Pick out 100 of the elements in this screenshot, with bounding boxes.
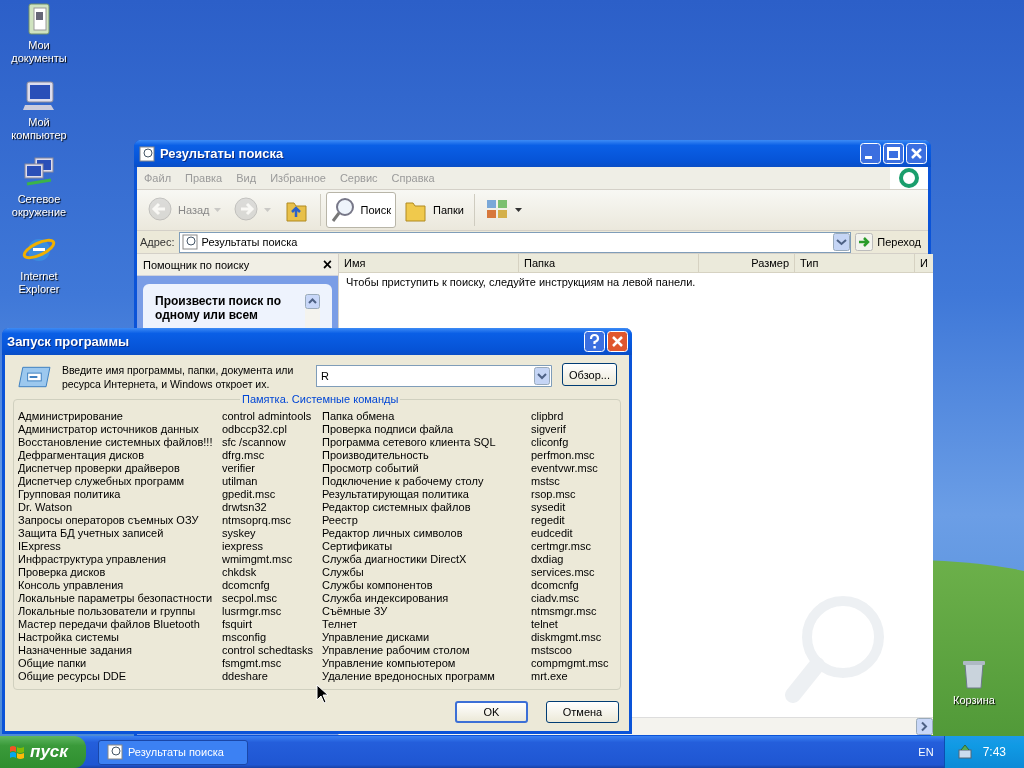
column-header[interactable]: И [915,254,933,272]
command-text: fsquirt [222,618,253,631]
command-text: wmimgmt.msc [222,553,294,566]
command-text: syskey [222,527,257,540]
command-name: Общие ресурсы DDE [18,670,128,683]
help-icon[interactable] [584,331,605,352]
command-name: Редактор личных символов [322,527,464,540]
command-text: rsop.msc [531,488,577,501]
toolbar-button[interactable]: Папки [398,192,469,228]
command-name: Управление рабочим столом [322,644,471,657]
command-name: Групповая политика [18,488,122,501]
command-text: iexpress [222,540,264,553]
command-name: Проверка дисков [18,566,107,579]
scroll-right-icon[interactable] [915,718,933,735]
start-button[interactable]: пуск [0,736,86,768]
dialog-title: Запуск программы [7,334,130,349]
command-text: utilman [222,475,259,488]
close-button[interactable]: × [322,257,332,272]
command-text: secpol.msc [222,592,279,605]
taskbar-button[interactable]: Результаты поиска [97,739,248,765]
caret-icon [213,207,222,213]
desktop-icon-label[interactable]: Сетевое окружение [6,193,72,219]
command-text: mrt.exe [531,670,569,683]
command-text: lusrmgr.msc [222,605,283,618]
command-text: mstscoo [531,644,573,657]
tray-app-icon[interactable] [956,744,973,760]
command-name: Реестр [322,514,359,527]
assistant-heading: Произвести поиск по одному или всем [155,294,283,322]
close-icon[interactable] [607,331,628,352]
browse-button[interactable]: Обзор... [562,363,617,386]
command-text: ntmsmgr.msc [531,605,598,618]
magnifier-page-icon [139,145,155,162]
command-text: control schedtasks [222,644,315,657]
command-name: Инфраструктура управления [18,553,168,566]
column-header[interactable]: Размер [699,254,795,272]
command-name: Мастер передачи файлов Bluetooth [18,618,201,631]
minimize-icon[interactable] [860,143,881,164]
close-icon[interactable] [906,143,927,164]
caret-icon [514,207,523,213]
group-title: Памятка. Системные команды [240,393,401,405]
command-name: Назначенные задания [18,644,133,657]
windows-flag-icon [8,743,26,761]
command-name: Консоль управления [18,579,125,592]
address-field[interactable]: Результаты поиска [178,231,852,253]
maximize-icon[interactable] [883,143,904,164]
command-text: ntmsoprq.msc [222,514,293,527]
command-text: mstsc [531,475,561,488]
command-text: clipbrd [531,410,565,423]
command-text: dxdiag [531,553,565,566]
command-name: Дефрагментация дисков [18,449,146,462]
empty-message: Чтобы приступить к поиску, следуйте инструкциям на левой панели. [345,275,697,290]
command-text: cliconfg [531,436,570,449]
go-button[interactable]: Переход [855,233,925,251]
window-title: Результаты поиска [160,146,284,161]
command-name: Службы [322,566,365,579]
command-name: Телнет [322,618,359,631]
command-name: Настройка системы [18,631,120,644]
command-name: Диспетчер служебных программ [18,475,186,488]
pane-title: Помощник по поиску [143,258,250,271]
column-header[interactable]: Папка [519,254,699,272]
command-text: regedit [531,514,566,527]
command-text: sigverif [531,423,567,436]
command-text: control admintools [222,410,313,423]
command-name: Управление дисками [322,631,431,644]
command-name: Проверка подписи файла [322,423,455,436]
command-text: ciadv.msc [531,592,581,605]
command-name: Съёмные ЗУ [322,605,389,618]
command-name: Общие папки [18,657,88,670]
dropdown-arrow-icon[interactable] [533,365,553,387]
column-header[interactable]: Тип [795,254,915,272]
command-text: chkdsk [222,566,258,579]
command-input-field[interactable]: R [316,365,534,387]
command-name: Защита БД учетных записей [18,527,165,540]
command-text: odbccp32.cpl [222,423,288,436]
command-name: Службы компонентов [322,579,434,592]
scroll-up-icon[interactable] [305,294,320,309]
desktop-icon-label[interactable]: Корзина [941,694,1007,707]
command-text: eudcedit [531,527,574,540]
command-text: telnet [531,618,559,631]
dialog-button[interactable]: OK [455,701,528,723]
desktop-icon-label[interactable]: Мой компьютер [6,116,72,142]
dialog-button[interactable]: Отмена [546,701,619,723]
desktop-icon-label[interactable]: Мои документы [6,39,72,65]
column-header[interactable]: Имя [339,254,519,272]
caret-icon [263,207,272,213]
toolbar-button[interactable]: Поиск [325,192,396,228]
command-text: msconfig [222,631,268,644]
command-name: Запросы операторов съемных ОЗУ [18,514,200,527]
language-indicator[interactable]: EN [918,746,934,758]
desktop-icon-label[interactable]: Internet Explorer [6,270,72,296]
computer-icon[interactable] [21,79,57,113]
command-text: dcomcnfg [531,579,580,592]
command-text: eventvwr.msc [531,462,599,475]
command-name: Подключение к рабочему столу [322,475,485,488]
command-name: Папка обмена [322,410,396,423]
go-arrow-icon [855,233,874,251]
command-name: Производительность [322,449,430,462]
command-text: verifier [222,462,256,475]
address-label: Адрес: [140,236,175,248]
magnifier-page-icon [106,744,123,760]
